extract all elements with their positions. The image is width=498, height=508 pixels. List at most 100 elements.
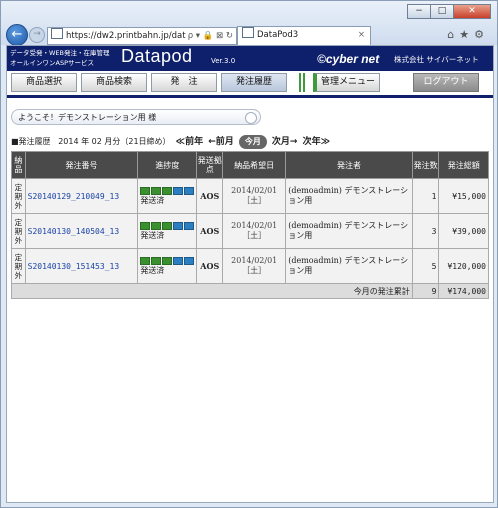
col-category: 納品: [11, 151, 26, 179]
next-year-link[interactable]: 次年≫: [303, 135, 330, 149]
tagline-line-2: オールインワンASPサービス: [10, 59, 94, 67]
col-base: 発送拠点: [196, 151, 224, 179]
web-page: データ受発・WEB発注・在庫管理 オールインワンASPサービス Datapod …: [6, 45, 494, 503]
col-total: 発注総額: [438, 151, 489, 179]
cybernet-logo: ©cyber net: [317, 52, 380, 66]
main-menu: 商品選択 商品検索 発 注 発注履歴 管理メニュー ログアウト: [7, 71, 493, 94]
close-window-button[interactable]: ✕: [453, 4, 491, 19]
table-row: 定期外 S20140130_151453_13 発送済 AOS 2014/02/…: [11, 248, 489, 284]
table-header-row: 納品 発注番号 進捗度 発送拠点 納品希望日 発注者 発注数 発注総額: [11, 151, 489, 179]
progress-cell: 発送済: [137, 178, 198, 214]
delivery-date-cell: 2014/02/01 ［土］: [222, 213, 287, 249]
welcome-text: ようこそ！デモンストレーション用 様: [18, 113, 157, 122]
total-row: 今月の発注累計 9 ¥174,000: [11, 283, 489, 299]
row-category: 定期外: [11, 248, 26, 284]
tab-page-icon: [242, 27, 254, 38]
delivery-date: 2014/02/01: [231, 186, 278, 195]
delivery-date: 2014/02/01: [231, 221, 278, 230]
header-divider: [7, 95, 493, 98]
address-controls[interactable]: ρ ▾ 🔒 ⊠ ↻: [185, 28, 233, 44]
orderer-cell: (demoadmin) デモンストレーション用: [285, 213, 413, 249]
delivery-date: 2014/02/01: [231, 256, 278, 265]
order-number-link[interactable]: S20140130_151453_13: [24, 248, 139, 284]
col-delivery-date: 納品希望日: [222, 151, 287, 179]
delivery-date-cell: 2014/02/01 ［土］: [222, 248, 287, 284]
col-order-no: 発注番号: [24, 151, 139, 179]
back-button[interactable]: ←: [6, 24, 28, 46]
total-cell: ¥15,000: [438, 178, 489, 214]
logout-button[interactable]: ログアウト: [413, 73, 479, 92]
history-label: ■発注履歴: [11, 137, 51, 146]
this-month-link[interactable]: 今月: [238, 135, 267, 149]
product-search-button[interactable]: 商品検索: [81, 73, 147, 92]
total-cell: ¥39,000: [438, 213, 489, 249]
progress-bar: [140, 221, 195, 230]
version-label: Ver.3.0: [211, 57, 236, 65]
total-amount: ¥174,000: [438, 283, 489, 299]
prev-month-link[interactable]: ←前月: [208, 135, 234, 149]
qty-cell: 3: [411, 213, 440, 249]
orderer-cell: (demoadmin) デモンストレーション用: [285, 248, 413, 284]
order-history-table: 納品 発注番号 進捗度 発送拠点 納品希望日 発注者 発注数 発注総額 定期外 …: [11, 151, 489, 299]
table-row: 定期外 S20140130_140504_13 発送済 AOS 2014/02/…: [11, 213, 489, 249]
history-month: 2014 年 02 月分（21日締め）: [58, 137, 171, 146]
menu-divider: [303, 73, 305, 92]
welcome-toggle-icon[interactable]: [245, 112, 257, 124]
address-text: https://dw2.printbahn.jp/data: [66, 31, 191, 41]
browser-chrome: − □ ✕ ← → https://dw2.printbahn.jp/data …: [1, 1, 497, 46]
delivery-weekday: ［土］: [242, 196, 267, 205]
status-text: 発送済: [140, 195, 165, 205]
maximize-button[interactable]: □: [430, 4, 454, 19]
order-button[interactable]: 発 注: [151, 73, 217, 92]
datapod-logo: Datapod: [121, 46, 193, 66]
site-header: データ受発・WEB発注・在庫管理 オールインワンASPサービス Datapod …: [7, 46, 493, 71]
order-number-link[interactable]: S20140129_210049_13: [24, 178, 139, 214]
orderer-cell: (demoadmin) デモンストレーション用: [285, 178, 413, 214]
address-bar[interactable]: https://dw2.printbahn.jp/data ρ ▾ 🔒 ⊠ ↻: [47, 27, 237, 45]
row-category: 定期外: [11, 213, 26, 249]
company-name: 株式会社 サイバーネット: [394, 55, 479, 64]
menu-divider: [299, 73, 301, 92]
status-text: 発送済: [140, 230, 165, 240]
welcome-box: ようこそ！デモンストレーション用 様: [11, 109, 261, 125]
total-cell: ¥120,000: [438, 248, 489, 284]
tagline: データ受発・WEB発注・在庫管理 オールインワンASPサービス: [10, 48, 110, 68]
qty-cell: 5: [411, 248, 440, 284]
table-row: 定期外 S20140129_210049_13 発送済 AOS 2014/02/…: [11, 178, 489, 214]
order-history-button[interactable]: 発注履歴: [221, 73, 287, 92]
delivery-date-cell: 2014/02/01 ［土］: [222, 178, 287, 214]
col-qty: 発注数: [411, 151, 440, 179]
minimize-button[interactable]: −: [407, 4, 431, 19]
home-star-gear-icons[interactable]: ⌂★⚙: [447, 28, 489, 41]
next-month-link[interactable]: 次月→: [272, 135, 298, 149]
tagline-line-1: データ受発・WEB発注・在庫管理: [10, 49, 110, 57]
window-controls: − □ ✕: [407, 4, 491, 19]
total-label: 今月の発注累計: [11, 283, 413, 299]
delivery-weekday: ［土］: [242, 266, 267, 275]
tab-title: DataPod3: [257, 30, 299, 40]
product-select-button[interactable]: 商品選択: [11, 73, 77, 92]
qty-cell: 1: [411, 178, 440, 214]
base-cell: AOS: [196, 248, 224, 284]
browser-tab[interactable]: DataPod3 ×: [237, 26, 371, 45]
total-qty: 9: [411, 283, 440, 299]
progress-cell: 発送済: [137, 248, 198, 284]
history-nav: ■発注履歴 2014 年 02 月分（21日締め） ≪前年 ←前月 今月 次月→…: [11, 135, 330, 149]
page-icon: [51, 28, 63, 39]
delivery-weekday: ［土］: [242, 231, 267, 240]
tab-close-icon[interactable]: ×: [358, 27, 365, 44]
progress-cell: 発送済: [137, 213, 198, 249]
base-cell: AOS: [196, 213, 224, 249]
col-progress: 進捗度: [137, 151, 198, 179]
progress-bar: [140, 256, 195, 265]
col-orderer: 発注者: [285, 151, 413, 179]
admin-menu-button[interactable]: 管理メニュー: [313, 73, 380, 92]
status-text: 発送済: [140, 265, 165, 275]
browser-window: − □ ✕ ← → https://dw2.printbahn.jp/data …: [0, 0, 498, 508]
base-cell: AOS: [196, 178, 224, 214]
forward-button[interactable]: →: [29, 27, 45, 43]
prev-year-link[interactable]: ≪前年: [176, 135, 203, 149]
order-number-link[interactable]: S20140130_140504_13: [24, 213, 139, 249]
row-category: 定期外: [11, 178, 26, 214]
progress-bar: [140, 186, 195, 195]
